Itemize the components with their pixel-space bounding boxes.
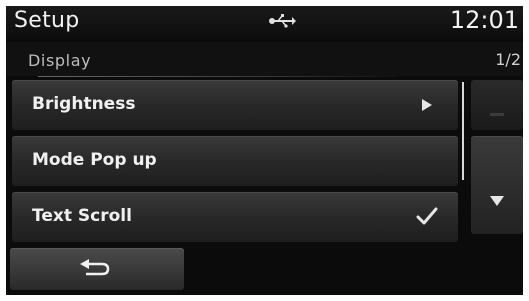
- status-bar: Setup 12:01: [6, 6, 523, 38]
- scroll-down-button[interactable]: [471, 136, 523, 234]
- scrollbar-track: [462, 82, 464, 180]
- clock: 12:01: [449, 6, 519, 34]
- list-item-text-scroll[interactable]: Text Scroll: [12, 192, 458, 242]
- scroll-up-button[interactable]: [471, 80, 523, 130]
- scroll-down-icon: [490, 196, 504, 206]
- arrow-right-icon: [422, 99, 432, 111]
- list-item-brightness[interactable]: Brightness: [12, 80, 458, 130]
- section-divider: [38, 76, 398, 77]
- checkmark-icon: [416, 207, 438, 225]
- list-item-label: Brightness: [32, 94, 136, 114]
- screen-title: Setup: [14, 8, 80, 33]
- section-title: Display: [28, 51, 92, 70]
- scroll-up-icon: [490, 113, 504, 116]
- usb-icon: [269, 14, 296, 28]
- setup-screen: Setup 12:01 Display 1/2 Brightness Mode …: [6, 6, 523, 295]
- list-item-mode-pop-up[interactable]: Mode Pop up: [12, 136, 458, 186]
- list-item-label: Text Scroll: [32, 206, 132, 226]
- page-indicator: 1/2: [495, 50, 521, 69]
- list-item-label: Mode Pop up: [32, 150, 157, 170]
- back-button[interactable]: [10, 248, 184, 290]
- back-arrow-icon: [80, 259, 110, 276]
